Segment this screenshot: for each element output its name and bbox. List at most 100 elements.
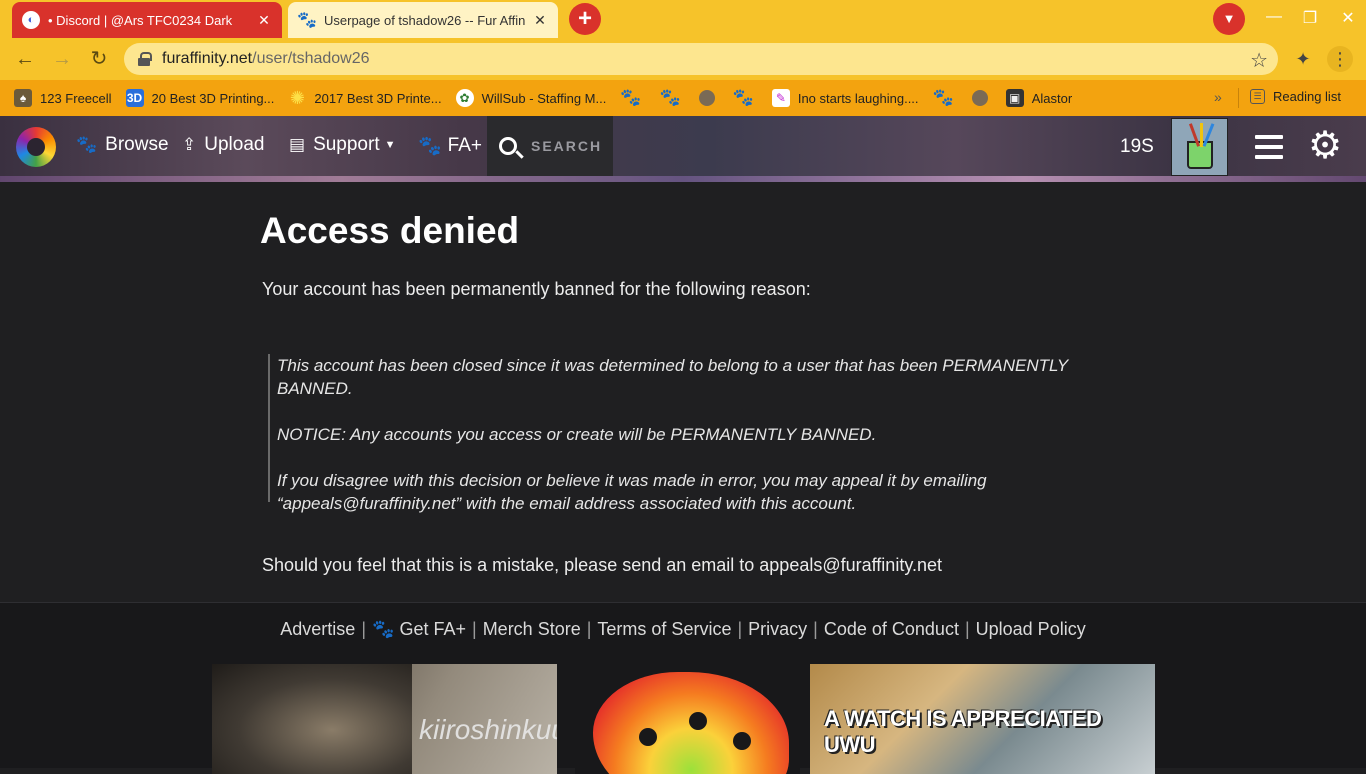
fa-splat-logo[interactable] xyxy=(575,664,800,774)
bookmark-alastor[interactable]: ▣ Alastor xyxy=(1005,89,1073,107)
lock-icon xyxy=(138,52,152,66)
user-avatar[interactable] xyxy=(1171,118,1228,176)
header-search-button[interactable]: SEARCH xyxy=(487,116,613,176)
nav-upload[interactable]: ⇪ Upload xyxy=(182,134,264,156)
url-path: /user/tshadow26 xyxy=(252,50,370,67)
mistake-text: Should you feel that this is a mistake, … xyxy=(262,555,943,575)
reading-list-icon: ☰ xyxy=(1250,89,1265,104)
nav-label: Upload xyxy=(204,134,265,155)
browser-toolbar: ← → ↻ furaffinity.net/user/tshadow26 ☆ ✦… xyxy=(0,38,1366,80)
nav-label: Browse xyxy=(105,134,169,155)
tab-title: Userpage of tshadow26 -- Fur Affinity xyxy=(324,12,526,28)
footer-link-code-of-conduct[interactable]: Code of Conduct xyxy=(824,619,959,639)
paintbrush-jar-icon xyxy=(1186,123,1214,169)
sun-favicon-icon: ✺ xyxy=(289,87,305,108)
ad-artist-name: kiiroshinkuu xyxy=(419,714,557,745)
footer-links: Advertise | 🐾 Get FA+ | Merch Store | Terms of… xyxy=(280,619,1086,639)
paw-favicon-icon: 🐾 xyxy=(297,12,317,29)
bookmark-20-best-3d[interactable]: 3D 20 Best 3D Printing... xyxy=(125,89,275,107)
tab-search-button[interactable]: ▼ xyxy=(1213,3,1245,35)
ban-reason-line: This account has been closed since it wa… xyxy=(277,356,1068,398)
close-tab-icon[interactable]: ✕ xyxy=(256,12,272,28)
page-title: Access denied xyxy=(260,210,520,251)
paw-icon: 🐾 xyxy=(76,135,98,154)
tab-strip: ◐ • Discord | @Ars TFC0234 Dark ✕ 🐾 User… xyxy=(0,0,1366,38)
bookmark-willsub[interactable]: ✿ WillSub - Staffing M... xyxy=(455,89,607,107)
fa-plus-paw-icon: 🐾 xyxy=(372,619,395,639)
notification-count[interactable]: 19S xyxy=(1120,136,1154,158)
reload-button[interactable]: ↻ xyxy=(86,46,112,72)
chevron-down-icon: ▼ xyxy=(384,139,396,151)
fa-logo-icon[interactable] xyxy=(16,127,56,167)
reading-list-button[interactable]: ☰ Reading list xyxy=(1250,89,1341,104)
ino-favicon-icon: ✎ xyxy=(771,89,790,107)
freecell-favicon-icon: ♠ xyxy=(14,89,32,107)
extensions-icon[interactable]: ✦ xyxy=(1290,46,1316,72)
bookmarks-bar: ♠ 123 Freecell 3D 20 Best 3D Printing...… xyxy=(0,80,1366,116)
alastor-favicon-icon: ▣ xyxy=(1005,89,1024,107)
fa-plus-paw-icon: 🐾 xyxy=(418,136,442,157)
more-bookmarks-icon[interactable]: » xyxy=(1214,89,1222,105)
restore-icon[interactable]: ❐ xyxy=(1300,8,1320,28)
paw-bookmark-icon[interactable]: 🐾 xyxy=(933,88,954,108)
paw-bookmark-icon[interactable]: 🐾 xyxy=(660,88,681,108)
bookmark-123-freecell[interactable]: ♠ 123 Freecell xyxy=(14,89,112,107)
ad-banner-left[interactable]: kiiroshinkuu xyxy=(212,664,557,774)
url-host: furaffinity.net xyxy=(162,50,253,67)
search-label: SEARCH xyxy=(531,138,603,154)
new-tab-button[interactable]: + xyxy=(569,3,601,35)
paw-bookmark-icon[interactable]: 🐾 xyxy=(620,88,641,108)
nav-fa-plus[interactable]: 🐾 FA+ xyxy=(418,134,482,158)
3d-favicon-icon: 3D xyxy=(125,89,144,107)
discord-favicon-icon: ◐ xyxy=(22,11,40,29)
minimize-icon[interactable]: — xyxy=(1264,8,1284,26)
chrome-menu-icon[interactable]: ⋮ xyxy=(1327,46,1353,72)
bookmark-ino-starts-laughing[interactable]: ✎ Ino starts laughing.... xyxy=(771,89,919,107)
main-content: Access denied Your account has been perm… xyxy=(0,182,1366,602)
ban-notice-line: NOTICE: Any accounts you access or creat… xyxy=(277,425,877,444)
ad-banner-right[interactable]: A WATCH IS APPRECIATED UWU xyxy=(810,664,1155,774)
upload-icon: ⇪ xyxy=(182,135,197,154)
tab-furaffinity[interactable]: 🐾 Userpage of tshadow26 -- Fur Affinity … xyxy=(288,2,558,38)
nav-support[interactable]: ▤ Support ▼ xyxy=(289,134,396,156)
footer-link-terms[interactable]: Terms of Service xyxy=(597,619,731,639)
gear-icon[interactable]: ⚙ xyxy=(1306,127,1344,165)
ad-caption: A WATCH IS APPRECIATED UWU xyxy=(824,706,1102,757)
footer-link-get-fa-plus[interactable]: Get FA+ xyxy=(399,619,466,639)
tab-discord[interactable]: ◐ • Discord | @Ars TFC0234 Dark ✕ xyxy=(12,2,282,38)
footer-link-upload-policy[interactable]: Upload Policy xyxy=(976,619,1086,639)
site-footer: Advertise | 🐾 Get FA+ | Merch Store | Terms of… xyxy=(0,602,1366,774)
forward-button[interactable]: → xyxy=(49,46,75,72)
globe-bookmark-icon[interactable] xyxy=(698,90,715,106)
bookmark-star-icon[interactable]: ☆ xyxy=(1250,48,1268,73)
nav-label: FA+ xyxy=(447,135,482,156)
bookmark-label: 123 Freecell xyxy=(40,90,112,106)
bookmarks-divider xyxy=(1238,88,1239,108)
bookmark-label: 20 Best 3D Printing... xyxy=(151,90,275,106)
paw-bookmark-icon[interactable]: 🐾 xyxy=(733,88,754,108)
support-icon: ▤ xyxy=(289,135,306,154)
paint-splat-icon xyxy=(593,672,789,774)
tab-title: • Discord | @Ars TFC0234 Dark xyxy=(48,12,233,28)
globe-bookmark-icon[interactable] xyxy=(971,90,988,106)
ban-intro-text: Your account has been permanently banned… xyxy=(262,279,811,299)
ad-artwork xyxy=(212,664,412,774)
close-window-icon[interactable]: ✕ xyxy=(1338,8,1358,28)
close-tab-icon[interactable]: ✕ xyxy=(532,12,548,28)
footer-link-merch-store[interactable]: Merch Store xyxy=(483,619,581,639)
appeal-line: If you disagree with this decision or be… xyxy=(277,471,987,513)
footer-link-privacy[interactable]: Privacy xyxy=(748,619,807,639)
address-bar[interactable]: furaffinity.net/user/tshadow26 ☆ xyxy=(124,43,1278,75)
footer-link-advertise[interactable]: Advertise xyxy=(280,619,355,639)
bookmark-label: Ino starts laughing.... xyxy=(797,90,919,106)
bookmark-label: Alastor xyxy=(1031,90,1073,106)
bookmark-label: WillSub - Staffing M... xyxy=(481,90,607,106)
reading-list-label: Reading list xyxy=(1273,89,1341,104)
nav-browse[interactable]: 🐾 Browse xyxy=(76,134,169,156)
bookmark-2017-best-3d[interactable]: ✺ 2017 Best 3D Printe... xyxy=(288,87,442,108)
hamburger-menu-icon[interactable] xyxy=(1255,135,1283,159)
ban-reason-quote: This account has been closed since it wa… xyxy=(268,354,1148,513)
search-icon xyxy=(499,137,517,155)
nav-label: Support xyxy=(313,134,380,155)
back-button[interactable]: ← xyxy=(12,46,38,72)
